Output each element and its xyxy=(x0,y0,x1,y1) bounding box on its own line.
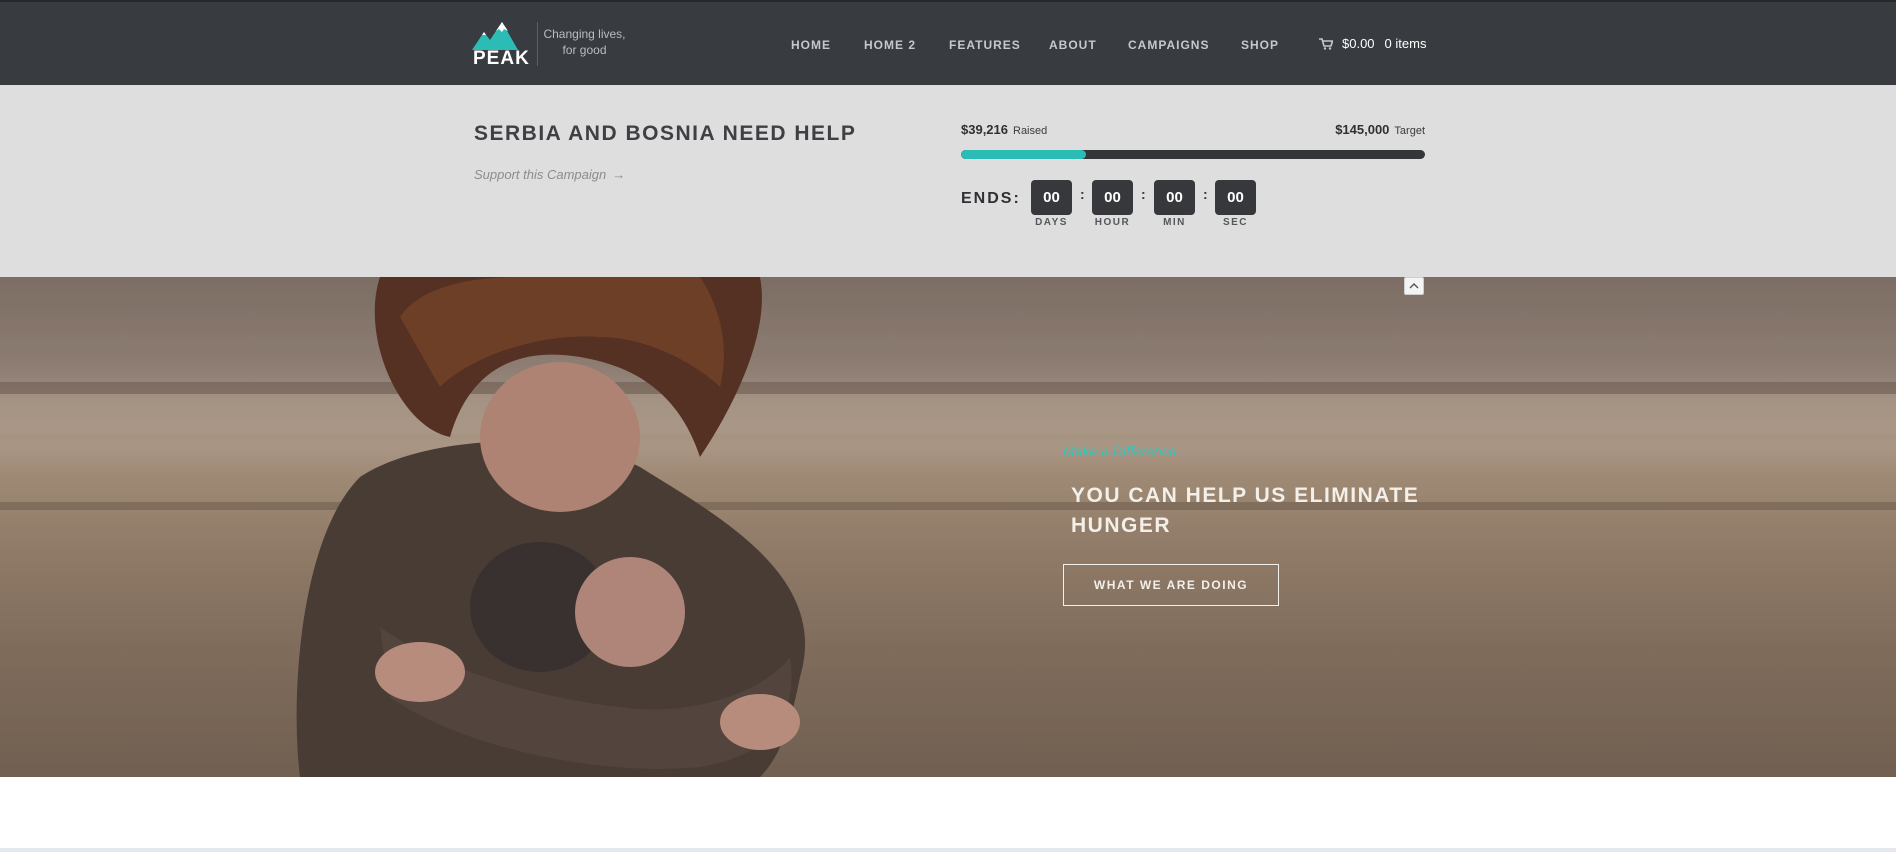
chevron-up-icon xyxy=(1409,283,1419,289)
target-value: $145,000 xyxy=(1335,122,1390,137)
raised-amount: $39,216 Raised xyxy=(961,122,1047,137)
tagline-line-2: for good xyxy=(562,43,607,57)
nav-item-home-2[interactable]: HOME 2 xyxy=(864,38,916,52)
cart-link[interactable]: $0.00 0 items xyxy=(1319,36,1426,51)
hero-kicker: Make a Difference xyxy=(1063,443,1177,459)
campaign-banner: SERBIA AND BOSNIA NEED HELP Support this… xyxy=(0,85,1896,277)
countdown-minutes-label: MIN xyxy=(1163,217,1186,228)
nav-item-home[interactable]: HOME xyxy=(791,38,831,52)
countdown-seconds: 00 xyxy=(1215,180,1256,215)
ends-label: ENDS: xyxy=(961,190,1021,207)
nav-item-shop[interactable]: SHOP xyxy=(1241,38,1279,52)
countdown-seconds-label: SEC xyxy=(1222,217,1249,228)
raised-value: $39,216 xyxy=(961,122,1008,137)
tagline-line-1: Changing lives, xyxy=(543,27,626,41)
hero-heading: YOU CAN HELP US ELIMINATE HUNGER xyxy=(1071,484,1420,537)
countdown-hours-label: HOUR xyxy=(1094,217,1131,228)
target-amount: $145,000 Target xyxy=(1335,122,1425,137)
arrow-right-icon: → xyxy=(612,167,626,182)
logo-divider xyxy=(537,22,538,66)
support-campaign-label: Support this Campaign xyxy=(474,167,607,182)
countdown-minutes: 00 xyxy=(1154,180,1195,215)
raised-label: Raised xyxy=(1013,125,1048,137)
cart-icon xyxy=(1319,37,1334,50)
campaign-title: SERBIA AND BOSNIA NEED HELP xyxy=(474,122,857,145)
tagline: Changing lives, for good xyxy=(542,26,627,58)
countdown-separator: : xyxy=(1080,186,1085,202)
countdown-hours: 00 xyxy=(1092,180,1133,215)
hero-overlay xyxy=(0,277,1896,777)
hero-section: Make a Difference YOU CAN HELP US ELIMIN… xyxy=(0,277,1896,777)
section-divider xyxy=(0,848,1896,852)
support-campaign-link[interactable]: Support this Campaign → xyxy=(474,167,625,182)
nav-item-features[interactable]: FEATURES xyxy=(949,38,1021,52)
cart-total: $0.00 xyxy=(1342,36,1375,51)
nav-item-campaigns[interactable]: CAMPAIGNS xyxy=(1128,38,1209,52)
countdown-separator: : xyxy=(1203,186,1208,202)
countdown-days-label: DAYS xyxy=(1035,217,1068,228)
site-header: PEAK Changing lives, for good HOME HOME … xyxy=(0,0,1896,85)
cart-item-count: 0 items xyxy=(1384,36,1427,51)
logo-text[interactable]: PEAK xyxy=(473,48,530,70)
target-label: Target xyxy=(1394,125,1425,137)
countdown-separator: : xyxy=(1141,186,1146,202)
what-we-are-doing-button[interactable]: WHAT WE ARE DOING xyxy=(1063,564,1279,606)
progress-fill xyxy=(961,150,1087,159)
nav-item-about[interactable]: ABOUT xyxy=(1049,38,1097,52)
campaign-progress-bar xyxy=(961,150,1425,159)
countdown-days: 00 xyxy=(1031,180,1072,215)
scroll-to-top-button[interactable] xyxy=(1404,277,1424,295)
